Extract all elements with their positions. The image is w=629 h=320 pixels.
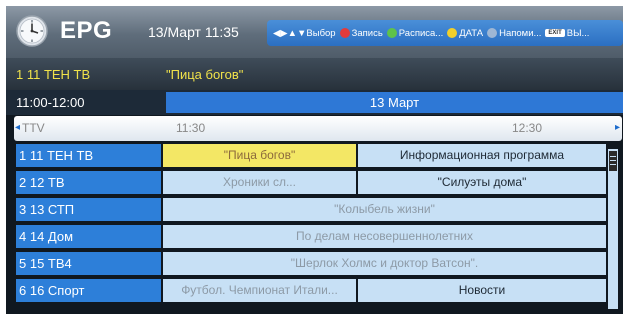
time-tick-1: 11:30 — [176, 121, 206, 135]
channel-group-label: TTV — [22, 121, 45, 135]
scroll-right-arrow-icon[interactable]: ▸ — [615, 122, 620, 133]
legend-date[interactable]: ДАТА — [447, 28, 483, 39]
program-cell[interactable]: Новости — [358, 279, 606, 302]
legend-exit[interactable]: EXIT ВЫ... — [545, 28, 589, 39]
yellow-button-icon — [447, 28, 458, 38]
program-cell[interactable]: Футбол. Чемпионат Итали... — [163, 279, 356, 302]
program-cell[interactable]: Хроники сл... — [163, 171, 356, 194]
channel-row: 1 11 ТЕН ТВ "Пица богов" Информационная … — [16, 144, 606, 167]
legend-date-label: ДАТА — [459, 27, 484, 39]
epg-header: EPG 13/Март 11:35 ◀▶▲▼Выбор Запись Распи… — [6, 6, 623, 58]
green-button-icon — [386, 28, 397, 38]
current-program: "Пица богов" — [166, 67, 244, 82]
clock-icon — [16, 15, 48, 47]
timeline-scale: ◂ TTV 11:30 12:30 ▸ — [14, 116, 622, 141]
legend-remind[interactable]: Напоми... — [487, 28, 541, 39]
channel-name[interactable]: 5 15 ТВ4 — [16, 252, 161, 275]
legend-schedule-label: Расписа... — [398, 27, 444, 39]
program-cell[interactable]: "Силуэты дома" — [358, 171, 606, 194]
legend-remind-label: Напоми... — [499, 27, 542, 39]
time-range: 11:00-12:00 — [16, 95, 85, 110]
time-date-row: 11:00-12:00 13 Март — [6, 90, 623, 115]
legend-select: ◀▶▲▼Выбор — [273, 28, 336, 39]
channel-row: 4 14 Дом По делам несовершеннолетних — [16, 225, 606, 248]
channel-name[interactable]: 4 14 Дом — [16, 225, 161, 248]
scroll-left-arrow-icon[interactable]: ◂ — [15, 122, 20, 133]
key-legend: ◀▶▲▼Выбор Запись Расписа... ДАТА Напоми.… — [267, 20, 623, 46]
channel-row: 3 13 СТП "Колыбель жизни" — [16, 198, 606, 221]
program-cell[interactable]: "Шерлок Холмс и доктор Ватсон". — [163, 252, 606, 275]
channel-name[interactable]: 1 11 ТЕН ТВ — [16, 144, 161, 167]
scrollbar-thumb[interactable] — [609, 151, 617, 171]
program-cell[interactable]: "Колыбель жизни" — [163, 198, 606, 221]
channel-name[interactable]: 2 12 ТВ — [16, 171, 161, 194]
current-datetime: 13/Март 11:35 — [148, 24, 239, 40]
exit-key-icon: EXIT — [545, 29, 565, 37]
program-cell[interactable]: По делам несовершеннолетних — [163, 225, 606, 248]
program-cell-selected[interactable]: "Пица богов" — [163, 144, 356, 167]
current-program-info: 1 11 ТЕН ТВ "Пица богов" — [6, 58, 623, 90]
legend-schedule[interactable]: Расписа... — [386, 27, 444, 39]
tv-screen: EPG 13/Март 11:35 ◀▶▲▼Выбор Запись Распи… — [6, 6, 623, 314]
legend-exit-label: ВЫ... — [566, 27, 590, 39]
channel-name[interactable]: 6 16 Спорт — [16, 279, 161, 302]
channel-row: 2 12 ТВ Хроники сл... "Силуэты дома" — [16, 171, 606, 194]
blue-button-icon — [487, 28, 498, 38]
legend-record[interactable]: Запись — [339, 27, 383, 39]
red-button-icon — [339, 28, 350, 38]
date-bar[interactable]: 13 Март — [166, 92, 623, 113]
legend-select-label: ◀▶▲▼Выбор — [273, 27, 336, 39]
vertical-scrollbar[interactable] — [608, 149, 618, 309]
legend-record-label: Запись — [351, 27, 383, 39]
program-cell[interactable]: Информационная программа — [358, 144, 606, 167]
current-channel: 1 11 ТЕН ТВ — [16, 67, 91, 82]
channel-row: 6 16 Спорт Футбол. Чемпионат Итали... Но… — [16, 279, 606, 302]
channel-row: 5 15 ТВ4 "Шерлок Холмс и доктор Ватсон". — [16, 252, 606, 275]
epg-title: EPG — [60, 17, 113, 44]
time-tick-2: 12:30 — [512, 121, 543, 135]
channel-name[interactable]: 3 13 СТП — [16, 198, 161, 221]
